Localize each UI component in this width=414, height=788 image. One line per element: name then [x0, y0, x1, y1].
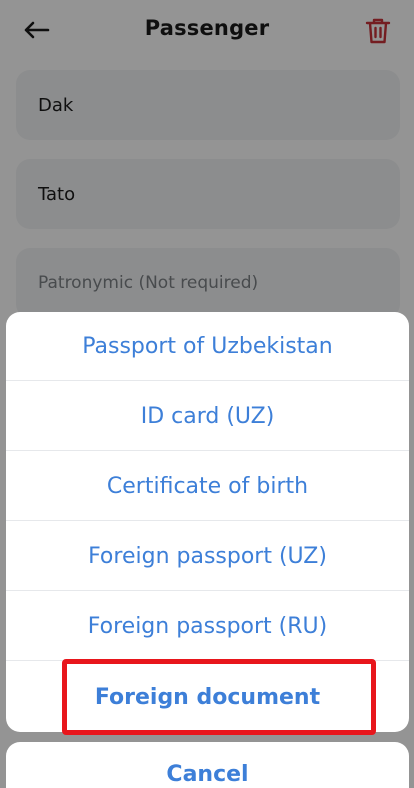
option-passport-uzbekistan[interactable]: Passport of Uzbekistan — [6, 312, 409, 381]
option-foreign-document[interactable]: Foreign document — [6, 662, 409, 732]
document-type-sheet: Passport of Uzbekistan ID card (UZ) Cert… — [6, 312, 409, 732]
option-certificate-of-birth[interactable]: Certificate of birth — [6, 452, 409, 521]
option-foreign-passport-uz[interactable]: Foreign passport (UZ) — [6, 522, 409, 591]
option-foreign-passport-ru[interactable]: Foreign passport (RU) — [6, 592, 409, 661]
passenger-screen: Passenger Dak Tato Patronymic (Not requi… — [0, 0, 414, 788]
option-id-card-uz[interactable]: ID card (UZ) — [6, 382, 409, 451]
cancel-button[interactable]: Cancel — [6, 742, 409, 788]
